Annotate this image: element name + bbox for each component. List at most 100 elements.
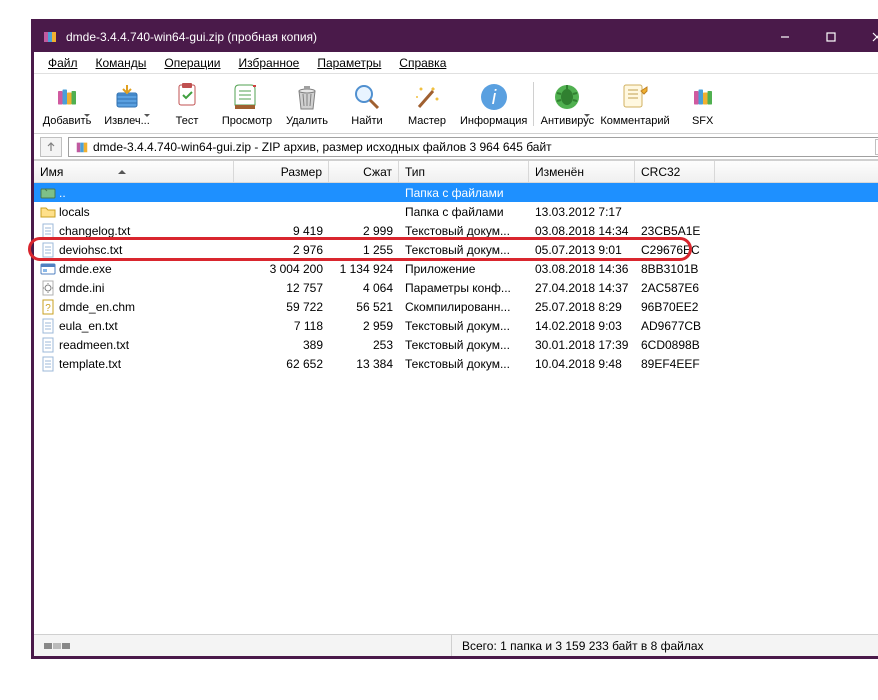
status-icon xyxy=(44,641,70,651)
file-name: dmde.exe xyxy=(59,262,112,276)
menu-operations[interactable]: Операции xyxy=(156,55,228,71)
file-date: 30.01.2018 17:39 xyxy=(529,338,635,352)
file-name: readmeen.txt xyxy=(59,338,129,352)
file-packed: 1 134 924 xyxy=(329,262,399,276)
column-packed[interactable]: Сжат xyxy=(329,161,399,182)
file-row[interactable]: template.txt62 65213 384Текстовый докум.… xyxy=(34,354,878,373)
file-type-icon xyxy=(40,337,56,353)
test-icon xyxy=(171,81,203,113)
up-button[interactable] xyxy=(40,137,62,157)
window-title: dmde-3.4.4.740-win64-gui.zip (пробная ко… xyxy=(66,30,762,44)
file-row[interactable]: ?dmde_en.chm59 72256 521Скомпилированн..… xyxy=(34,297,878,316)
extract-button[interactable]: Извлеч... xyxy=(100,76,154,132)
file-crc: 23CB5A1E xyxy=(635,224,715,238)
file-name: dmde.ini xyxy=(59,281,104,295)
wizard-button[interactable]: Мастер xyxy=(400,76,454,132)
file-row[interactable]: localsПапка с файлами13.03.2012 7:17 xyxy=(34,202,878,221)
menu-file[interactable]: Файл xyxy=(40,55,86,71)
sfx-icon xyxy=(687,81,719,113)
column-size[interactable]: Размер xyxy=(234,161,329,182)
svg-text:?: ? xyxy=(45,303,51,314)
menu-help[interactable]: Справка xyxy=(391,55,454,71)
path-field[interactable]: dmde-3.4.4.740-win64-gui.zip - ZIP архив… xyxy=(68,137,878,157)
file-type: Скомпилированн... xyxy=(399,300,529,314)
file-size: 62 652 xyxy=(234,357,329,371)
svg-text:i: i xyxy=(491,87,496,109)
file-date: 05.07.2013 9:01 xyxy=(529,243,635,257)
toolbar: Добавить Извлеч... Тест Просмотр Удалить… xyxy=(34,74,878,134)
file-name: eula_en.txt xyxy=(59,319,118,333)
menubar: Файл Команды Операции Избранное Параметр… xyxy=(34,52,878,74)
file-type-icon: ? xyxy=(40,299,56,315)
extract-icon xyxy=(111,81,143,113)
file-type-icon xyxy=(40,280,56,296)
titlebar: dmde-3.4.4.740-win64-gui.zip (пробная ко… xyxy=(34,22,878,52)
statusbar: Всего: 1 папка и 3 159 233 байт в 8 файл… xyxy=(34,634,878,656)
trash-icon xyxy=(291,81,323,113)
column-name[interactable]: Имя xyxy=(34,161,234,182)
file-type: Приложение xyxy=(399,262,529,276)
file-packed: 4 064 xyxy=(329,281,399,295)
file-type: Папка с файлами xyxy=(399,205,529,219)
file-name: .. xyxy=(59,186,66,200)
file-date: 27.04.2018 14:37 xyxy=(529,281,635,295)
file-crc: C29676EC xyxy=(635,243,715,257)
close-button[interactable] xyxy=(854,22,878,52)
menu-favorites[interactable]: Избранное xyxy=(231,55,308,71)
file-crc: 8BB3101B xyxy=(635,262,715,276)
search-icon xyxy=(351,81,383,113)
status-left xyxy=(34,635,452,656)
file-type: Текстовый докум... xyxy=(399,357,529,371)
file-size: 12 757 xyxy=(234,281,329,295)
file-packed: 13 384 xyxy=(329,357,399,371)
file-row[interactable]: dmde.ini 12 7574 064Параметры конф...27.0… xyxy=(34,278,878,297)
file-list-header: Имя Размер Сжат Тип Изменён CRC32 xyxy=(34,161,878,183)
sfx-button[interactable]: SFX xyxy=(676,76,730,132)
view-button[interactable]: Просмотр xyxy=(220,76,274,132)
pathbar: dmde-3.4.4.740-win64-gui.zip - ZIP архив… xyxy=(34,134,878,160)
column-date[interactable]: Изменён xyxy=(529,161,635,182)
file-date: 13.03.2012 7:17 xyxy=(529,205,635,219)
wizard-icon xyxy=(411,81,443,113)
menu-commands[interactable]: Команды xyxy=(88,55,155,71)
file-row[interactable]: readmeen.txt389253Текстовый докум...30.0… xyxy=(34,335,878,354)
delete-button[interactable]: Удалить xyxy=(280,76,334,132)
file-type-icon xyxy=(40,223,56,239)
menu-options[interactable]: Параметры xyxy=(309,55,389,71)
file-row[interactable]: dmde.exe3 004 2001 134 924Приложение03.0… xyxy=(34,259,878,278)
minimize-button[interactable] xyxy=(762,22,808,52)
file-packed: 2 959 xyxy=(329,319,399,333)
comment-button[interactable]: Комментарий xyxy=(600,76,669,132)
antivirus-button[interactable]: Антивирус xyxy=(540,76,594,132)
file-crc: 89EF4EEF xyxy=(635,357,715,371)
test-button[interactable]: Тест xyxy=(160,76,214,132)
app-icon xyxy=(40,27,60,47)
file-crc: 96B70EE2 xyxy=(635,300,715,314)
column-crc[interactable]: CRC32 xyxy=(635,161,715,182)
file-row[interactable]: ..Папка с файлами xyxy=(34,183,878,202)
file-size: 59 722 xyxy=(234,300,329,314)
file-type: Текстовый докум... xyxy=(399,224,529,238)
column-type[interactable]: Тип xyxy=(399,161,529,182)
file-type-icon xyxy=(40,261,56,277)
file-packed: 253 xyxy=(329,338,399,352)
file-row[interactable]: deviohsc.txt2 9761 255Текстовый докум...… xyxy=(34,240,878,259)
file-row[interactable]: eula_en.txt7 1182 959Текстовый докум...1… xyxy=(34,316,878,335)
file-size: 2 976 xyxy=(234,243,329,257)
info-button[interactable]: iИнформация xyxy=(460,76,527,132)
file-type: Текстовый докум... xyxy=(399,243,529,257)
maximize-button[interactable] xyxy=(808,22,854,52)
file-list[interactable]: ..Папка с файламиlocalsПапка с файлами13… xyxy=(34,183,878,634)
find-button[interactable]: Найти xyxy=(340,76,394,132)
file-type: Параметры конф... xyxy=(399,281,529,295)
file-crc: 6CD0898B xyxy=(635,338,715,352)
file-crc: 2AC587E6 xyxy=(635,281,715,295)
sort-indicator-icon xyxy=(118,170,126,174)
file-type: Текстовый докум... xyxy=(399,338,529,352)
file-date: 10.04.2018 9:48 xyxy=(529,357,635,371)
file-name: deviohsc.txt xyxy=(59,243,122,257)
add-button[interactable]: Добавить xyxy=(40,76,94,132)
file-packed: 56 521 xyxy=(329,300,399,314)
file-type: Текстовый докум... xyxy=(399,319,529,333)
file-row[interactable]: changelog.txt9 4192 999Текстовый докум..… xyxy=(34,221,878,240)
